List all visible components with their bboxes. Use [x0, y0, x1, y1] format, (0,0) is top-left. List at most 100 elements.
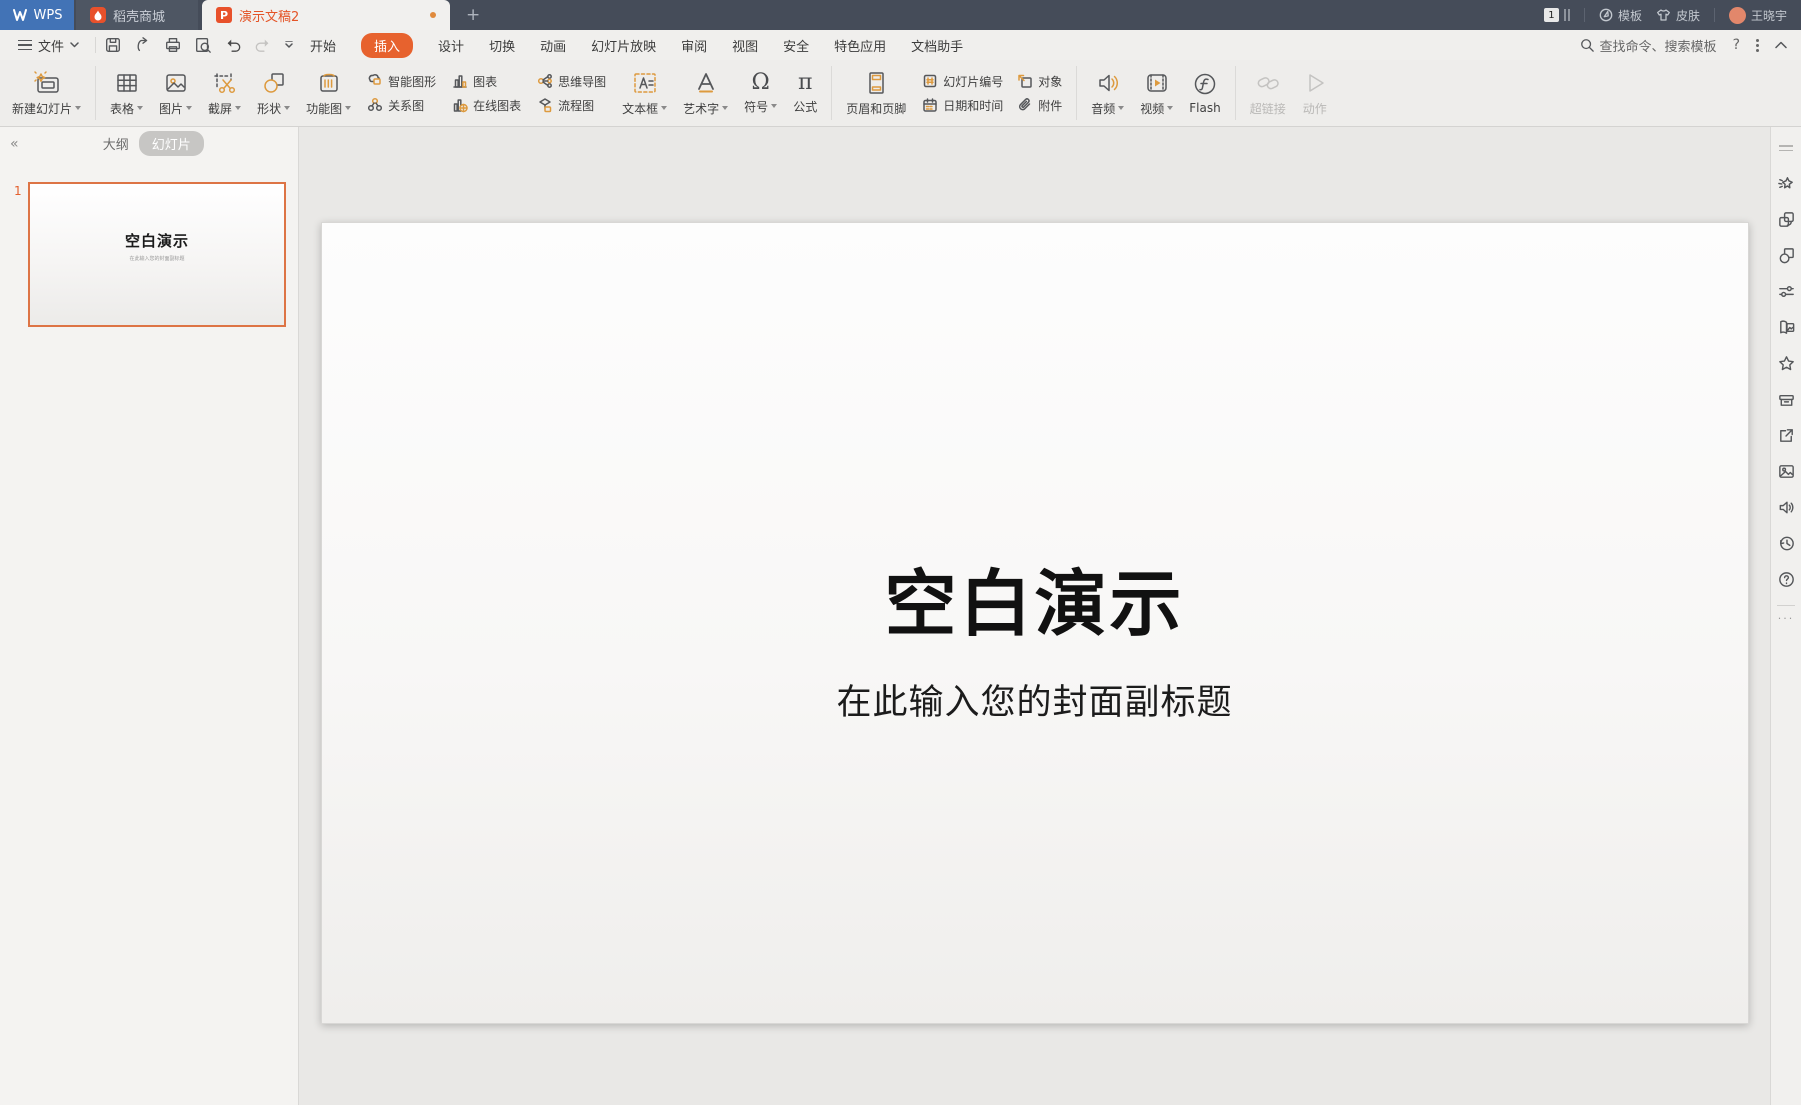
slide-panel: « 大纲 幻灯片 1 空白演示 在此输入您的封面副标题 [0, 127, 299, 1105]
wps-tab-label: WPS [34, 8, 63, 23]
audio-panel-icon[interactable] [1771, 489, 1801, 525]
sidebar-more-button[interactable]: ··· [1778, 612, 1795, 625]
slide-thumbnail-selected[interactable]: 空白演示 在此输入您的封面副标题 [28, 182, 286, 327]
store-tab-label: 稻壳商城 [113, 6, 165, 25]
symbol-label: 符号 [744, 98, 768, 115]
tab-outline[interactable]: 大纲 [103, 134, 129, 153]
window-manager-button[interactable]: 1 [1544, 8, 1570, 22]
flash-button[interactable]: Flash [1181, 63, 1228, 123]
chart-button[interactable]: 图表 [452, 70, 521, 92]
flowchart-button[interactable]: 流程图 [537, 94, 606, 116]
switch-slide-icon[interactable] [1771, 201, 1801, 237]
dropdown-caret [137, 106, 143, 110]
slide-page[interactable]: 空白演示 在此输入您的封面副标题 [321, 222, 1749, 1024]
relation-button[interactable]: 关系图 [367, 94, 436, 116]
help-icon[interactable] [1771, 561, 1801, 597]
new-slide-button[interactable]: 新建幻灯片 [4, 63, 89, 123]
print-preview-button[interactable] [194, 36, 212, 54]
table-label: 表格 [110, 100, 134, 117]
tab-view[interactable]: 视图 [732, 36, 758, 55]
ribbon-divider [1076, 66, 1077, 120]
tshirt-icon [1656, 8, 1671, 22]
tab-slideshow[interactable]: 幻灯片放映 [591, 36, 656, 55]
tab-home[interactable]: 开始 [310, 36, 336, 55]
user-account-button[interactable]: 王晓宇 [1729, 7, 1787, 24]
tab-design[interactable]: 设计 [438, 36, 464, 55]
shapes-icon[interactable] [1771, 237, 1801, 273]
print-button[interactable] [164, 36, 182, 54]
thumbnail-subtitle: 在此输入您的封面副标题 [129, 255, 184, 262]
textbox-button[interactable]: 文本框 [614, 63, 675, 123]
shapes-button[interactable]: 形状 [249, 63, 298, 123]
tab-slides-active[interactable]: 幻灯片 [139, 131, 204, 156]
history-icon[interactable] [1771, 525, 1801, 561]
video-button[interactable]: 视频 [1132, 63, 1181, 123]
function-diagram-button[interactable]: 功能图 [298, 63, 359, 123]
output-convert-button[interactable] [134, 36, 152, 54]
dropdown-caret [1167, 106, 1173, 110]
header-footer-button[interactable]: 页眉和页脚 [838, 63, 914, 123]
datetime-label: 日期和时间 [943, 97, 1003, 114]
thumbnail-title: 空白演示 [125, 230, 189, 251]
online-chart-button[interactable]: 在线图表 [452, 94, 521, 116]
table-button[interactable]: 表格 [102, 63, 151, 123]
more-options-button[interactable] [1756, 39, 1759, 52]
dropdown-caret [284, 106, 290, 110]
skin-label: 皮肤 [1676, 7, 1700, 24]
effects-icon[interactable] [1771, 165, 1801, 201]
sidebar-drag-handle[interactable] [1779, 145, 1793, 151]
picture-button[interactable]: 图片 [151, 63, 200, 123]
editing-canvas[interactable]: 空白演示 在此输入您的封面副标题 [299, 127, 1770, 1105]
smart-graphic-button[interactable]: 智能图形 [367, 70, 436, 92]
slide-number-label: 幻灯片编号 [943, 73, 1003, 90]
skin-button[interactable]: 皮肤 [1656, 7, 1700, 24]
wordart-button[interactable]: 艺术字 [675, 63, 736, 123]
resource-box-icon[interactable] [1771, 381, 1801, 417]
tab-document-active[interactable]: P 演示文稿2 [202, 0, 450, 30]
tab-docer-store[interactable]: 稻壳商城 [76, 0, 198, 30]
tab-animation[interactable]: 动画 [540, 36, 566, 55]
object-button[interactable]: 对象 [1017, 70, 1062, 92]
symbol-button[interactable]: Ω 符号 [736, 63, 785, 123]
tab-special-apps[interactable]: 特色应用 [834, 36, 886, 55]
dropdown-caret [235, 106, 241, 110]
file-menu-button[interactable]: 文件 [10, 36, 87, 55]
slide-title-placeholder[interactable]: 空白演示 [884, 545, 1184, 650]
hamburger-icon [18, 40, 32, 51]
wps-home-tab[interactable]: WPS [0, 0, 74, 30]
tab-doc-assistant[interactable]: 文档助手 [911, 36, 963, 55]
share-icon[interactable] [1771, 417, 1801, 453]
slide-number-button[interactable]: 幻灯片编号 [922, 70, 1003, 92]
adjust-properties-icon[interactable] [1771, 273, 1801, 309]
template-gallery-icon[interactable] [1771, 309, 1801, 345]
tab-transition[interactable]: 切换 [489, 36, 515, 55]
template-button[interactable]: 模板 [1599, 7, 1642, 24]
collapse-ribbon-button[interactable] [1775, 38, 1787, 53]
formula-button[interactable]: π 公式 [785, 63, 825, 123]
collapse-panel-button[interactable]: « [10, 136, 19, 152]
redo-button[interactable] [254, 37, 272, 53]
save-button[interactable] [104, 36, 122, 54]
undo-button[interactable] [224, 37, 242, 53]
screenshot-button[interactable]: 截屏 [200, 63, 249, 123]
datetime-button[interactable]: 日期和时间 [922, 94, 1003, 116]
textbox-label: 文本框 [622, 100, 658, 117]
slide-subtitle-placeholder[interactable]: 在此输入您的封面副标题 [836, 674, 1232, 725]
window-count-badge: 1 [1544, 8, 1559, 22]
audio-button[interactable]: 音频 [1083, 63, 1132, 123]
picture-label: 图片 [159, 100, 183, 117]
help-button[interactable]: ? [1733, 37, 1740, 53]
picture-icon[interactable] [1771, 453, 1801, 489]
chevron-down-icon [70, 42, 79, 48]
command-search[interactable]: 查找命令、搜索模板 [1580, 36, 1717, 55]
attachment-button[interactable]: 附件 [1017, 94, 1062, 116]
page-elements-small-group: 幻灯片编号 日期和时间 对象 附件 [922, 70, 1062, 116]
mindmap-button[interactable]: 思维导图 [537, 70, 606, 92]
tab-insert-active[interactable]: 插入 [361, 33, 413, 58]
customize-toolbar-dropdown[interactable] [284, 41, 294, 49]
favorite-star-icon[interactable] [1771, 345, 1801, 381]
tab-security[interactable]: 安全 [783, 36, 809, 55]
tab-review[interactable]: 审阅 [681, 36, 707, 55]
new-tab-button[interactable]: + [450, 0, 496, 30]
right-sidebar: ··· [1770, 127, 1801, 1105]
